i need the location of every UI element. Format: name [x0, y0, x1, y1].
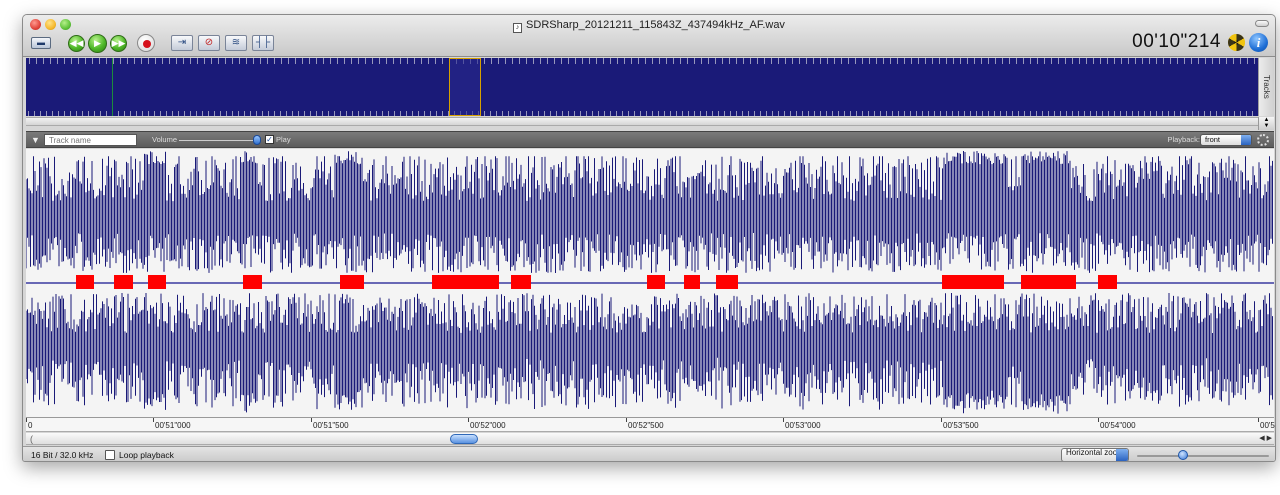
window-title-text: SDRSharp_20121211_115843Z_437494kHz_AF.w…: [526, 19, 785, 31]
window-title: ♪ SDRSharp_20121211_115843Z_437494kHz_AF.…: [23, 19, 1275, 33]
ruler-tick-label: 0: [28, 421, 33, 430]
waveform-graphic: [26, 151, 1274, 414]
fast-forward-icon: ▶▶: [110, 34, 127, 52]
region-marker[interactable]: [684, 275, 700, 289]
insert-button[interactable]: ⇥: [171, 34, 193, 52]
insert-icon: ⇥: [171, 35, 193, 51]
document-icon: ♪: [513, 23, 523, 33]
playback-label: Playback:: [1167, 135, 1200, 144]
time-ruler[interactable]: 0 00'51"000 00'51"500 00'52"000 00'52"500 00'…: [26, 417, 1275, 432]
horizontal-scrollbar[interactable]: ( ◀ ▶: [26, 433, 1274, 445]
record-button[interactable]: [137, 34, 155, 52]
region-marker[interactable]: [1098, 275, 1117, 289]
toolbar-toggle-button[interactable]: [1255, 20, 1269, 27]
tracks-tab[interactable]: Tracks: [1258, 58, 1274, 116]
volume-slider[interactable]: [179, 140, 259, 141]
rewind-icon: ◀◀: [68, 34, 85, 52]
region-marker[interactable]: [647, 275, 665, 289]
keyboard-button[interactable]: ▬: [31, 34, 51, 52]
region-marker[interactable]: [340, 275, 364, 289]
ruler-tick: [26, 418, 27, 422]
play-label: Play: [276, 135, 291, 144]
overview-waveform[interactable]: [26, 58, 1258, 116]
region-marker[interactable]: [243, 275, 262, 289]
play-checkbox[interactable]: ✓: [265, 135, 274, 144]
track-name-input[interactable]: [44, 134, 137, 146]
timecode-display: 00'10"214: [1132, 31, 1221, 52]
delete-icon: ⊘: [198, 35, 220, 51]
ruler-tick: [1098, 418, 1099, 422]
region-marker[interactable]: [942, 275, 1004, 289]
region-marker[interactable]: [148, 275, 166, 289]
ruler-tick-label: 00'51"500: [313, 421, 349, 430]
zoom-slider[interactable]: [1137, 455, 1269, 457]
overview-scrollbar[interactable]: [26, 117, 1258, 126]
region-marker[interactable]: [76, 275, 94, 289]
effects-button[interactable]: ≋: [225, 34, 247, 52]
play-icon: ▶: [88, 33, 107, 53]
rewind-button[interactable]: ◀◀: [68, 34, 85, 52]
radioactive-icon[interactable]: [1228, 34, 1245, 51]
region-marker[interactable]: [511, 275, 531, 289]
loop-playback-checkbox[interactable]: [105, 450, 115, 460]
ruler-tick-label: 00'52"500: [628, 421, 664, 430]
audio-format: 16 Bit / 32.0 kHz: [31, 450, 94, 460]
title-bar: ♪ SDRSharp_20121211_115843Z_437494kHz_AF.…: [23, 15, 1275, 57]
ruler-tick: [783, 418, 784, 422]
overview-peaks-bottom: [26, 111, 1258, 116]
ruler-tick: [468, 418, 469, 422]
volume-label: Volume: [152, 135, 178, 144]
disclosure-triangle-icon[interactable]: ▼: [31, 135, 40, 145]
ruler-tick-label: 00'53"500: [943, 421, 979, 430]
playback-select[interactable]: front: [1200, 134, 1252, 146]
split-button[interactable]: ┤├: [252, 34, 274, 52]
scroll-thumb[interactable]: [450, 434, 478, 444]
ruler-tick: [941, 418, 942, 422]
ruler-tick: [311, 418, 312, 422]
effects-icon: ≋: [225, 35, 247, 51]
region-marker[interactable]: [716, 275, 738, 289]
keyboard-icon: ▬: [31, 37, 51, 49]
region-marker[interactable]: [432, 275, 499, 289]
overview-peaks-top: [26, 58, 1258, 64]
overview-stepper[interactable]: ▲ ▼: [1258, 117, 1274, 130]
play-button[interactable]: ▶: [88, 33, 107, 53]
ruler-tick-label: 00'5: [1260, 421, 1275, 430]
delete-button[interactable]: ⊘: [198, 34, 220, 52]
app-window: ♪ SDRSharp_20121211_115843Z_437494kHz_AF.…: [22, 14, 1276, 462]
ruler-tick-label: 00'52"000: [470, 421, 506, 430]
region-marker[interactable]: [114, 275, 133, 289]
zoom-knob[interactable]: [1178, 450, 1188, 460]
overview-playhead: [112, 58, 113, 116]
ruler-tick-label: 00'54"000: [1100, 421, 1136, 430]
waveform-view[interactable]: [26, 149, 1274, 417]
gear-icon[interactable]: [1257, 134, 1269, 146]
ruler-tick-label: 00'51"000: [155, 421, 191, 430]
scroll-left-cap-icon: (: [30, 434, 33, 444]
split-icon: ┤├: [252, 35, 274, 51]
info-icon[interactable]: i: [1249, 33, 1268, 52]
ruler-tick: [1258, 418, 1259, 422]
ruler-tick: [153, 418, 154, 422]
ruler-tick-label: 00'53"000: [785, 421, 821, 430]
scroll-arrows-icon[interactable]: ◀ ▶: [1259, 433, 1272, 445]
zoom-mode-select[interactable]: Horizontal zoom: [1061, 448, 1129, 461]
status-bar: 16 Bit / 32.0 kHz Loop playback Horizont…: [23, 446, 1275, 461]
track-header: ▼ Volume ✓ Play Playback: front: [26, 131, 1274, 148]
loop-playback-label: Loop playback: [119, 450, 174, 460]
region-marker[interactable]: [1021, 275, 1076, 289]
fast-forward-button[interactable]: ▶▶: [110, 34, 127, 52]
record-icon: [137, 34, 155, 52]
overview-visible-region[interactable]: [449, 58, 481, 116]
volume-knob[interactable]: [253, 135, 261, 145]
ruler-tick: [626, 418, 627, 422]
